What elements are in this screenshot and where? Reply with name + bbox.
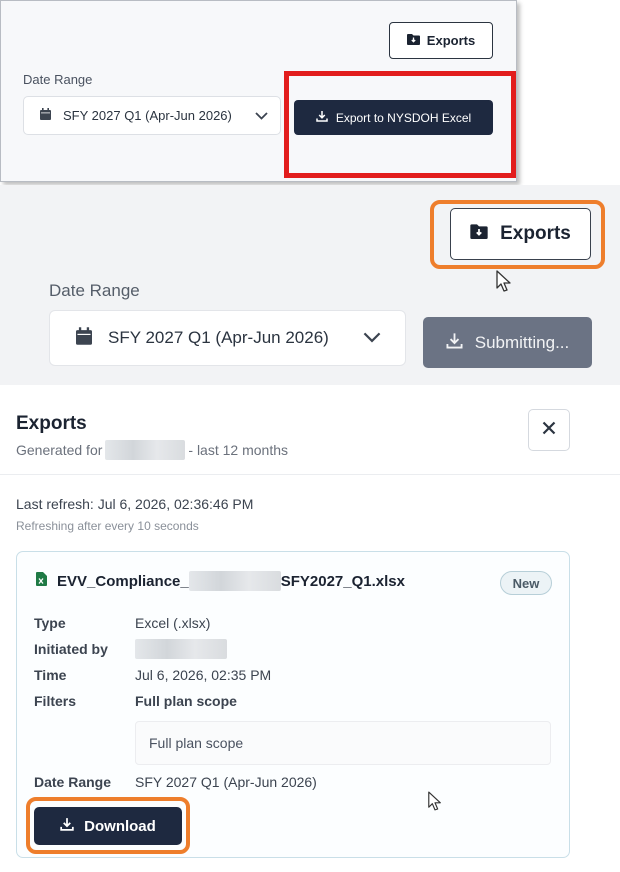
export-toolbar-before: Exports Date Range SFY 2027 Q1 (Apr-Jun … — [0, 0, 517, 182]
refresh-note: Refreshing after every 10 seconds — [16, 519, 199, 533]
download-button[interactable]: Download — [34, 807, 182, 845]
generated-suffix: - last 12 months — [188, 442, 288, 458]
date-range-label: Date Range — [23, 72, 93, 87]
export-toolbar-submitting: Exports Date Range SFY 2027 Q1 (Apr-Jun … — [0, 185, 620, 385]
download-label: Download — [84, 817, 156, 835]
date-range-value: SFY 2027 Q1 (Apr-Jun 2026) — [63, 108, 232, 123]
date-range-value: SFY 2027 Q1 (Apr-Jun 2026) — [135, 774, 317, 790]
generated-prefix: Generated for — [16, 442, 103, 458]
date-range-label: Date Range — [34, 774, 112, 790]
redacted-filename-part — [188, 571, 281, 591]
exports-button-label: Exports — [426, 33, 476, 48]
mouse-pointer-icon — [427, 790, 443, 817]
redacted-user — [135, 639, 227, 659]
exports-button[interactable]: Exports — [389, 22, 493, 59]
export-card: EVV_Compliance_ SFY2027_Q1.xlsx New Type… — [16, 551, 570, 858]
calendar-icon — [76, 326, 92, 350]
initiated-by-label: Initiated by — [34, 641, 108, 657]
filename-suffix: SFY2027_Q1.xlsx — [280, 572, 405, 590]
calendar-icon — [40, 108, 51, 123]
type-value: Excel (.xlsx) — [135, 615, 211, 631]
excel-file-icon — [36, 572, 47, 590]
export-filename: EVV_Compliance_ SFY2027_Q1.xlsx — [36, 571, 405, 591]
type-label: Type — [34, 615, 66, 631]
date-range-value: SFY 2027 Q1 (Apr-Jun 2026) — [108, 328, 329, 347]
date-range-select[interactable]: SFY 2027 Q1 (Apr-Jun 2026) — [49, 310, 406, 366]
time-value: Jul 6, 2026, 02:35 PM — [135, 667, 272, 683]
last-refresh: Last refresh: Jul 6, 2026, 02:36:46 PM — [16, 496, 254, 512]
divider — [0, 474, 620, 475]
folder-download-icon — [406, 33, 420, 48]
filters-label: Filters — [34, 693, 77, 709]
redacted-name — [105, 440, 186, 460]
date-range-select[interactable]: SFY 2027 Q1 (Apr-Jun 2026) — [23, 96, 281, 135]
close-icon — [542, 421, 556, 440]
chevron-down-icon — [363, 328, 381, 348]
highlight-box — [430, 200, 605, 269]
new-badge: New — [500, 571, 552, 595]
exports-panel: Exports Generated for - last 12 months L… — [0, 388, 620, 872]
date-range-label: Date Range — [49, 281, 140, 300]
filename-prefix: EVV_Compliance_ — [57, 572, 189, 590]
exports-panel-subtitle: Generated for - last 12 months — [16, 440, 288, 460]
exports-panel-title: Exports — [16, 413, 87, 434]
close-button[interactable] — [528, 409, 570, 451]
mouse-pointer-icon — [495, 269, 513, 298]
highlight-box — [284, 71, 516, 178]
initiated-by-value — [135, 639, 227, 662]
filters-value: Full plan scope — [135, 693, 237, 709]
submitting-label: Submitting... — [474, 332, 570, 352]
download-icon — [60, 817, 74, 835]
chevron-down-icon — [255, 108, 268, 123]
time-label: Time — [34, 667, 67, 683]
filters-detail-box: Full plan scope — [135, 721, 551, 765]
submitting-button[interactable]: Submitting... — [423, 317, 592, 368]
download-icon — [446, 332, 463, 354]
